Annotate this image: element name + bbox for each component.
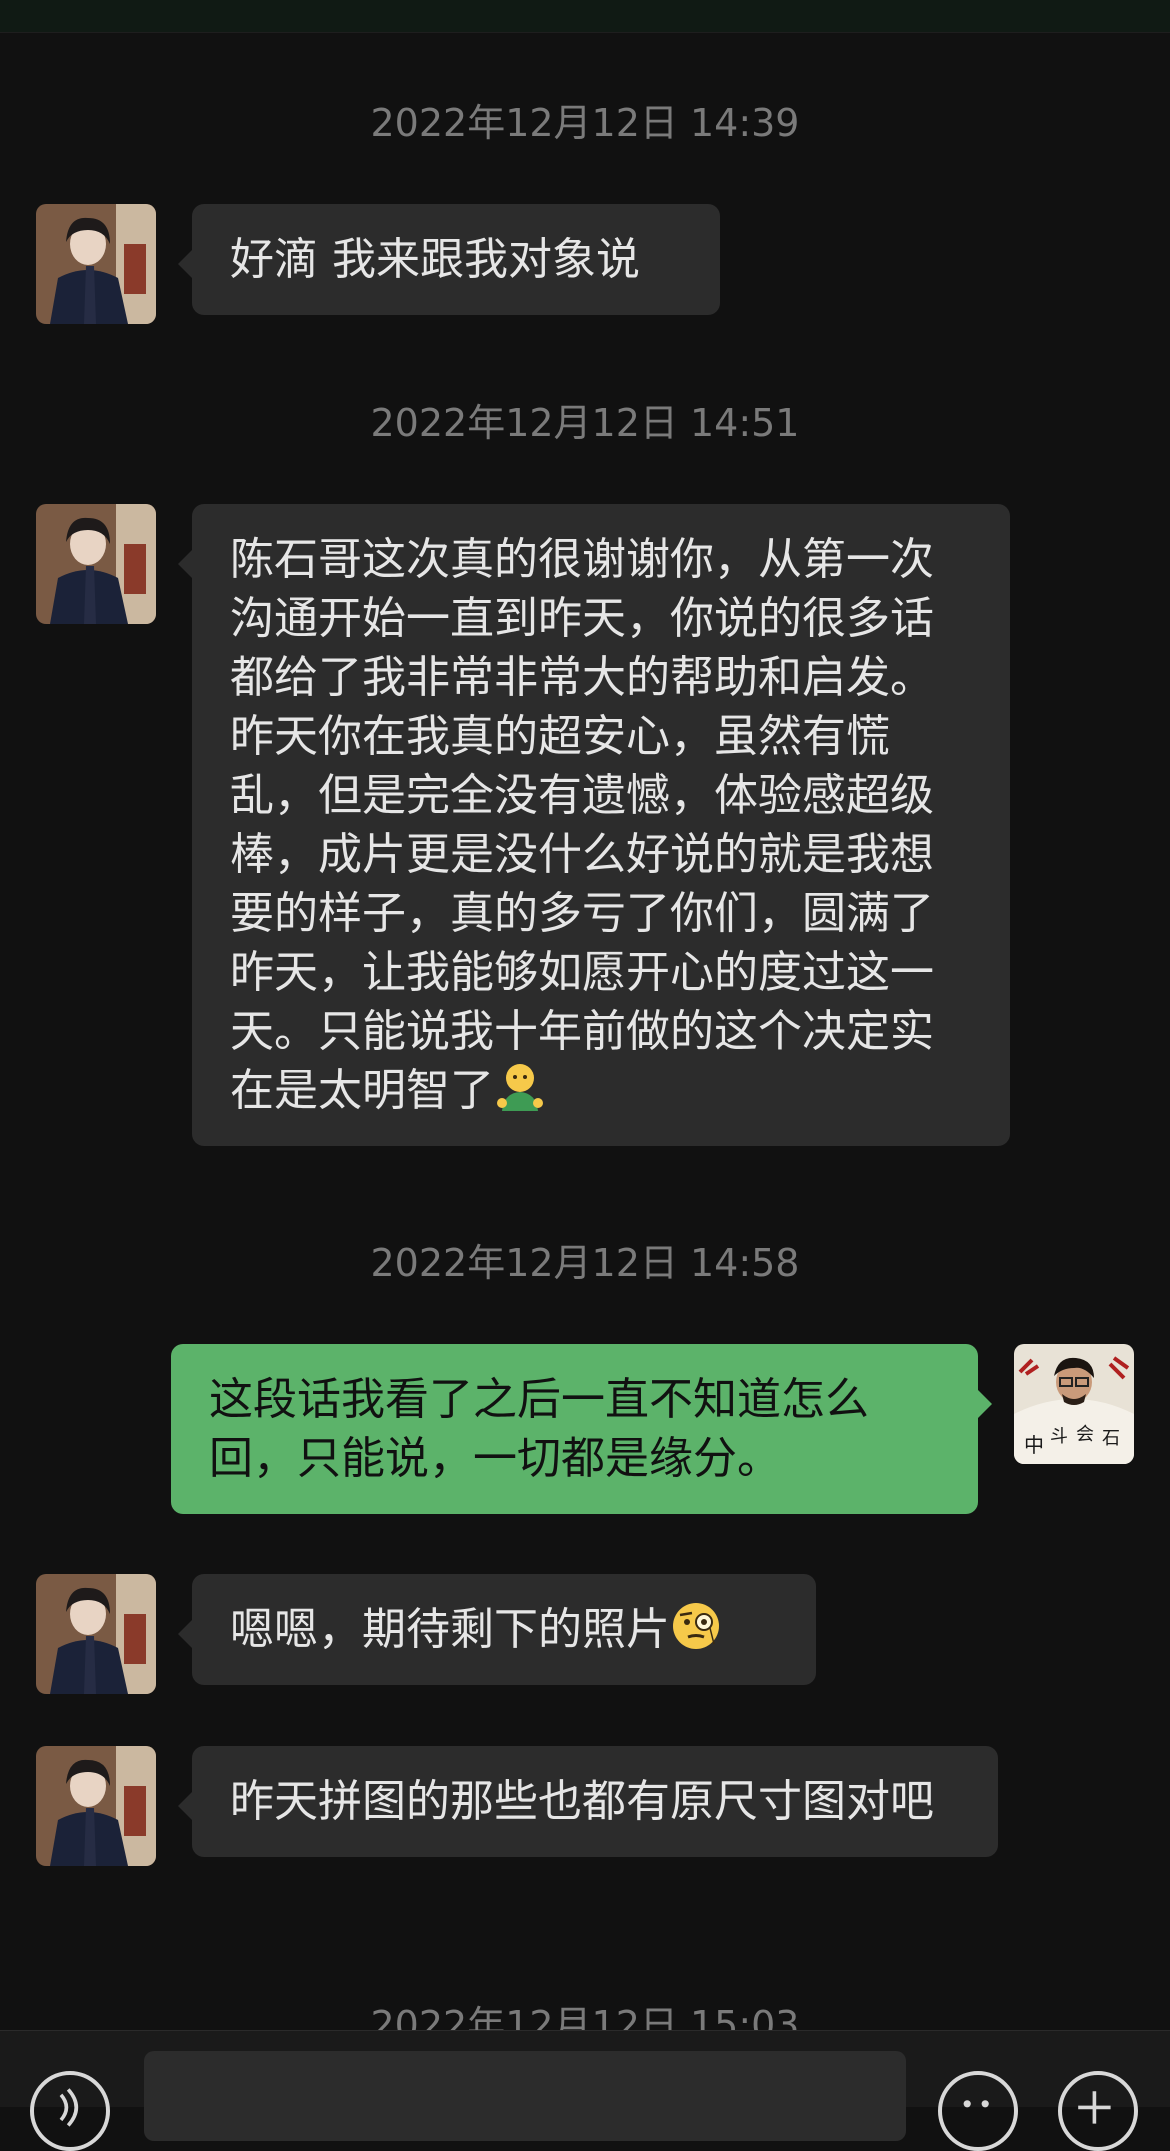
message-text: 昨天拼图的那些也都有原尺寸图对吧	[230, 1776, 934, 1827]
message-bubble[interactable]: 嗯嗯，期待剩下的照片	[192, 1574, 816, 1685]
message-bubble[interactable]: 好滴 我来跟我对象说	[192, 204, 720, 315]
bubble-tail	[178, 250, 192, 278]
bubble-tail	[178, 550, 192, 578]
svg-text:斗: 斗	[1050, 1426, 1068, 1447]
chat-message-list[interactable]: 2022年12月12日 14:39 好滴 我来跟我对象说 2022年12月12日…	[0, 32, 1170, 2030]
bubble-tail	[178, 1620, 192, 1648]
input-bar	[0, 2030, 1170, 2151]
timestamp: 2022年12月12日 15:03	[370, 2003, 800, 2030]
message-text: 嗯嗯，期待剩下的照片	[230, 1604, 670, 1655]
bubble-tail	[978, 1390, 992, 1418]
timestamp: 2022年12月12日 14:39	[370, 101, 800, 145]
monocle-face-emoji	[673, 1603, 719, 1649]
voice-icon	[59, 2088, 79, 2127]
svg-text:石: 石	[1102, 1428, 1120, 1449]
timestamp: 2022年12月12日 14:51	[370, 401, 800, 445]
svg-text:中: 中	[1024, 1433, 1044, 1457]
contact-avatar[interactable]	[36, 1574, 156, 1694]
message-input[interactable]	[144, 2051, 906, 2141]
voice-button[interactable]	[30, 2071, 110, 2151]
emoji-icon	[963, 2100, 989, 2108]
bubble-tail	[178, 1792, 192, 1820]
svg-text:会: 会	[1076, 1424, 1094, 1445]
emoji-button[interactable]	[938, 2071, 1018, 2151]
message-text: 这段话我看了之后一直不知道怎么回，只能说，一切都是缘分。	[209, 1374, 869, 1484]
message-text: 陈石哥这次真的很谢谢你，从第一次沟通开始一直到昨天，你说的很多话都给了我非常非常…	[230, 534, 934, 1116]
contact-avatar[interactable]	[36, 1746, 156, 1866]
more-button[interactable]	[1058, 2071, 1138, 2151]
message-bubble-outgoing[interactable]: 这段话我看了之后一直不知道怎么回，只能说，一切都是缘分。	[171, 1344, 978, 1514]
message-bubble[interactable]: 昨天拼图的那些也都有原尺寸图对吧	[192, 1746, 998, 1857]
message-bubble[interactable]: 陈石哥这次真的很谢谢你，从第一次沟通开始一直到昨天，你说的很多话都给了我非常非常…	[192, 504, 1010, 1146]
status-bar	[0, 0, 1170, 33]
smiling-figure-emoji	[497, 1064, 543, 1111]
timestamp: 2022年12月12日 14:58	[370, 1241, 800, 1285]
plus-icon	[1078, 2091, 1111, 2124]
contact-avatar[interactable]	[36, 504, 156, 624]
message-text: 好滴 我来跟我对象说	[230, 234, 640, 285]
my-avatar[interactable]: 中 斗 会 石	[1014, 1344, 1134, 1464]
contact-avatar[interactable]	[36, 204, 156, 324]
